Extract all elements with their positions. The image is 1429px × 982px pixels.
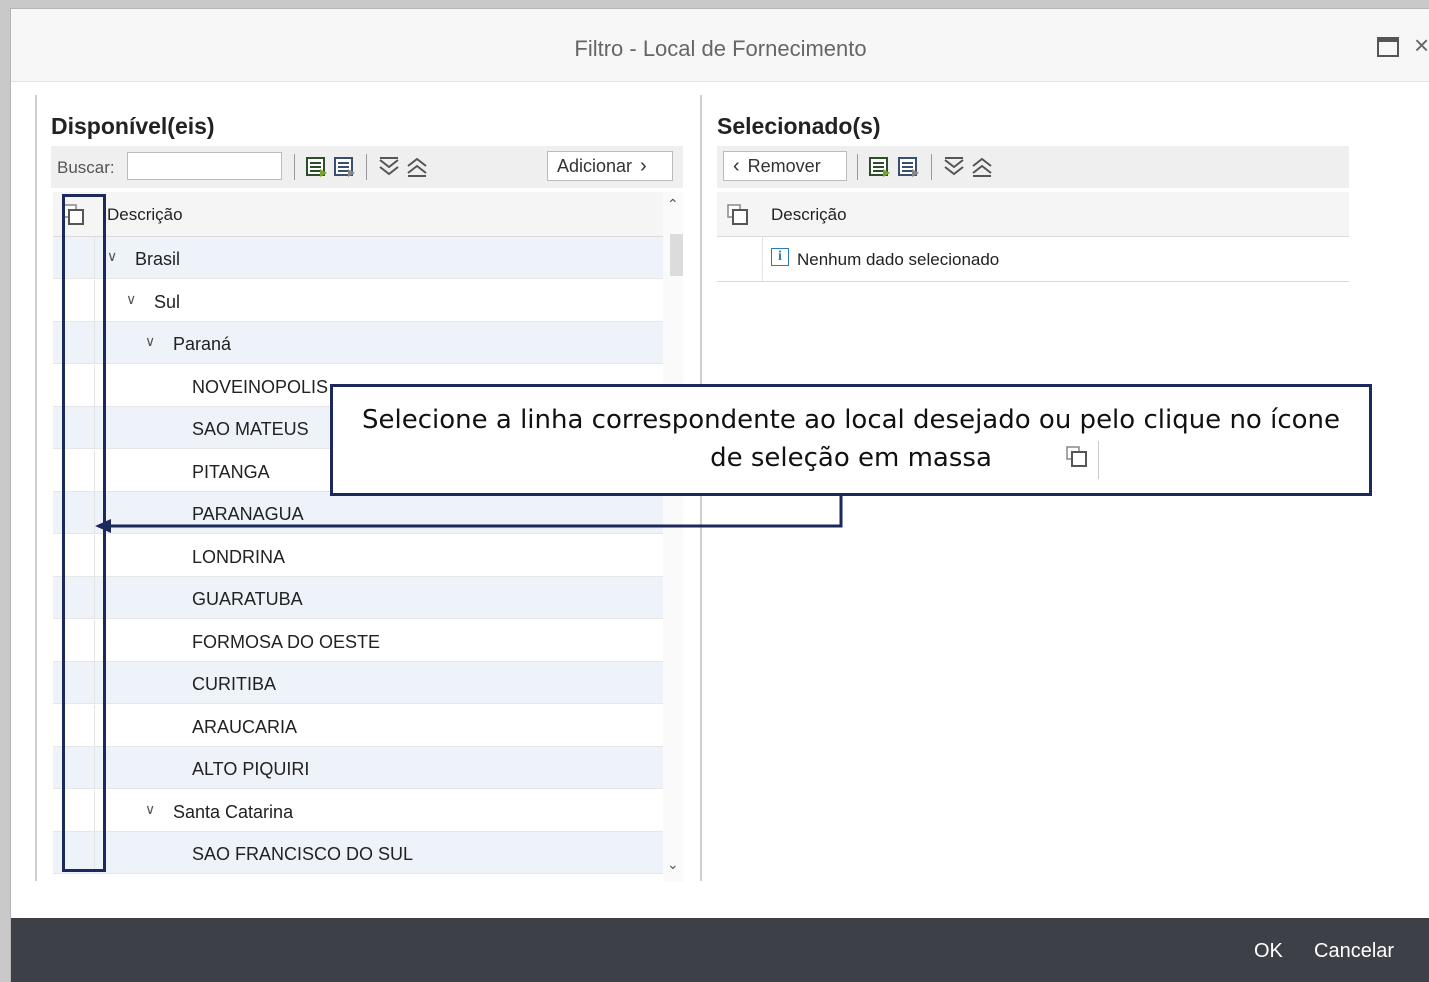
description-column-header: Descrição [107,205,183,224]
collapse-all-icon[interactable] [406,157,428,177]
scroll-up-icon[interactable]: ⌃ [667,196,679,213]
available-grid-header: Descrição [53,192,663,237]
row-select-cell[interactable] [53,832,95,873]
tree-row-label: Sul [154,291,181,312]
search-label: Buscar: [57,158,115,177]
row-select-cell[interactable] [53,789,95,831]
row-select-cell[interactable] [53,619,95,661]
tree-row-label: ARAUCARIA [192,716,298,737]
selected-title: Selecionado(s) [717,113,881,139]
maximize-icon[interactable] [1377,37,1399,57]
empty-message: Nenhum dado selecionado [797,250,1000,269]
mass-select-icon[interactable] [63,204,85,226]
selected-grid-header: Descrição [717,192,1349,237]
search-input[interactable] [127,152,282,180]
tree-row-label: CURITIBA [192,674,277,694]
deselect-all-icon[interactable] [898,157,920,177]
dialog-titlebar: Filtro - Local de Fornecimento × [11,9,1429,82]
select-all-icon[interactable] [306,157,328,177]
tree-row[interactable]: ∨ Brasil [53,237,663,279]
tree-row[interactable]: FORMOSA DO OESTE [53,619,663,662]
row-select-cell[interactable] [53,237,95,278]
chevron-down-icon[interactable]: ∨ [107,248,117,265]
row-select-cell[interactable] [53,534,95,576]
row-select-cell[interactable] [53,704,95,746]
collapse-all-icon[interactable] [971,157,993,177]
tree-row[interactable]: SAO FRANCISCO DO SUL [53,832,663,874]
scroll-thumb[interactable] [670,234,683,276]
chevron-right-icon: › [640,154,647,177]
scroll-down-icon[interactable]: ⌄ [667,856,679,873]
dialog-footer: OK Cancelar [11,918,1429,982]
chevron-down-icon[interactable]: ∨ [126,291,136,308]
tree-row-label: PARANAGUA [192,504,304,524]
tree-row-label: LONDRINA [192,546,286,567]
row-select-cell [717,237,763,281]
mass-select-icon [1066,446,1087,467]
row-select-cell[interactable] [53,322,95,363]
left-pane-border [35,95,37,881]
mass-select-icon[interactable] [727,204,749,226]
chevron-left-icon: ‹ [733,154,740,177]
filter-dialog: Filtro - Local de Fornecimento × Disponí… [10,8,1429,982]
available-scrollbar[interactable]: ⌃ ⌄ [663,192,683,882]
tree-row[interactable]: LONDRINA [53,534,663,577]
expand-all-icon[interactable] [943,157,965,177]
toolbar-separator [294,154,295,180]
expand-all-icon[interactable] [378,157,400,177]
available-toolbar: Buscar: Adicionar › [51,146,683,188]
row-select-cell[interactable] [53,492,95,533]
tree-row[interactable]: CURITIBA [53,662,663,704]
callout-line-2: de seleção em massa [710,443,992,473]
add-button-label: Adicionar [557,155,633,176]
tree-row-label: FORMOSA DO OESTE [192,631,381,652]
chevron-down-icon[interactable]: ∨ [145,333,155,350]
tree-row-label: Santa Catarina [173,801,294,822]
tree-row[interactable]: PARANAGUA [53,492,663,534]
toolbar-separator [857,154,858,180]
tree-row-label: SAO MATEUS [192,419,309,439]
chevron-down-icon[interactable]: ∨ [145,801,155,818]
row-select-cell[interactable] [53,747,95,788]
row-select-cell[interactable] [53,364,95,406]
add-button[interactable]: Adicionar › [547,151,673,181]
description-column-header: Descrição [771,205,847,224]
remove-button-label: Remover [747,155,821,176]
callout-line-1: Selecione a linha correspondente ao loca… [361,405,1340,435]
ok-button[interactable]: OK [1254,940,1283,963]
tree-row-label: Paraná [173,334,232,354]
tree-row-label: NOVEINOPOLIS [192,376,329,397]
tree-row[interactable]: ∨ Paraná [53,322,663,364]
close-icon[interactable]: × [1414,32,1429,58]
select-all-icon[interactable] [869,157,891,177]
tree-row-label: SAO FRANCISCO DO SUL [192,844,414,864]
selected-toolbar: ‹ Remover [717,146,1349,188]
row-select-cell[interactable] [53,449,95,491]
callout-icon-divider [1098,441,1099,479]
tree-row[interactable]: ALTO PIQUIRI [53,747,663,789]
tree-row[interactable]: ∨ Santa Catarina [53,789,663,832]
deselect-all-icon[interactable] [334,157,356,177]
row-select-cell[interactable] [53,279,95,321]
instruction-callout: Selecione a linha correspondente ao loca… [330,384,1372,496]
tree-row-label: ALTO PIQUIRI [192,759,310,779]
tree-row[interactable]: ∨ Sul [53,279,663,322]
tree-row-label: GUARATUBA [192,589,303,609]
tree-row[interactable]: GUARATUBA [53,577,663,619]
cancel-button[interactable]: Cancelar [1314,940,1394,963]
toolbar-separator [366,154,367,180]
info-icon: i [771,248,789,266]
remove-button[interactable]: ‹ Remover [723,151,847,181]
toolbar-separator [931,154,932,180]
selected-empty-row: i Nenhum dado selecionado [717,237,1349,282]
available-title: Disponível(eis) [51,113,215,139]
row-select-cell[interactable] [53,577,95,618]
tree-row-label: PITANGA [192,461,270,482]
row-select-cell[interactable] [53,407,95,448]
row-select-cell[interactable] [53,662,95,703]
tree-row-label: Brasil [135,249,181,269]
tree-row[interactable]: ARAUCARIA [53,704,663,747]
dialog-title: Filtro - Local de Fornecimento [574,36,867,61]
